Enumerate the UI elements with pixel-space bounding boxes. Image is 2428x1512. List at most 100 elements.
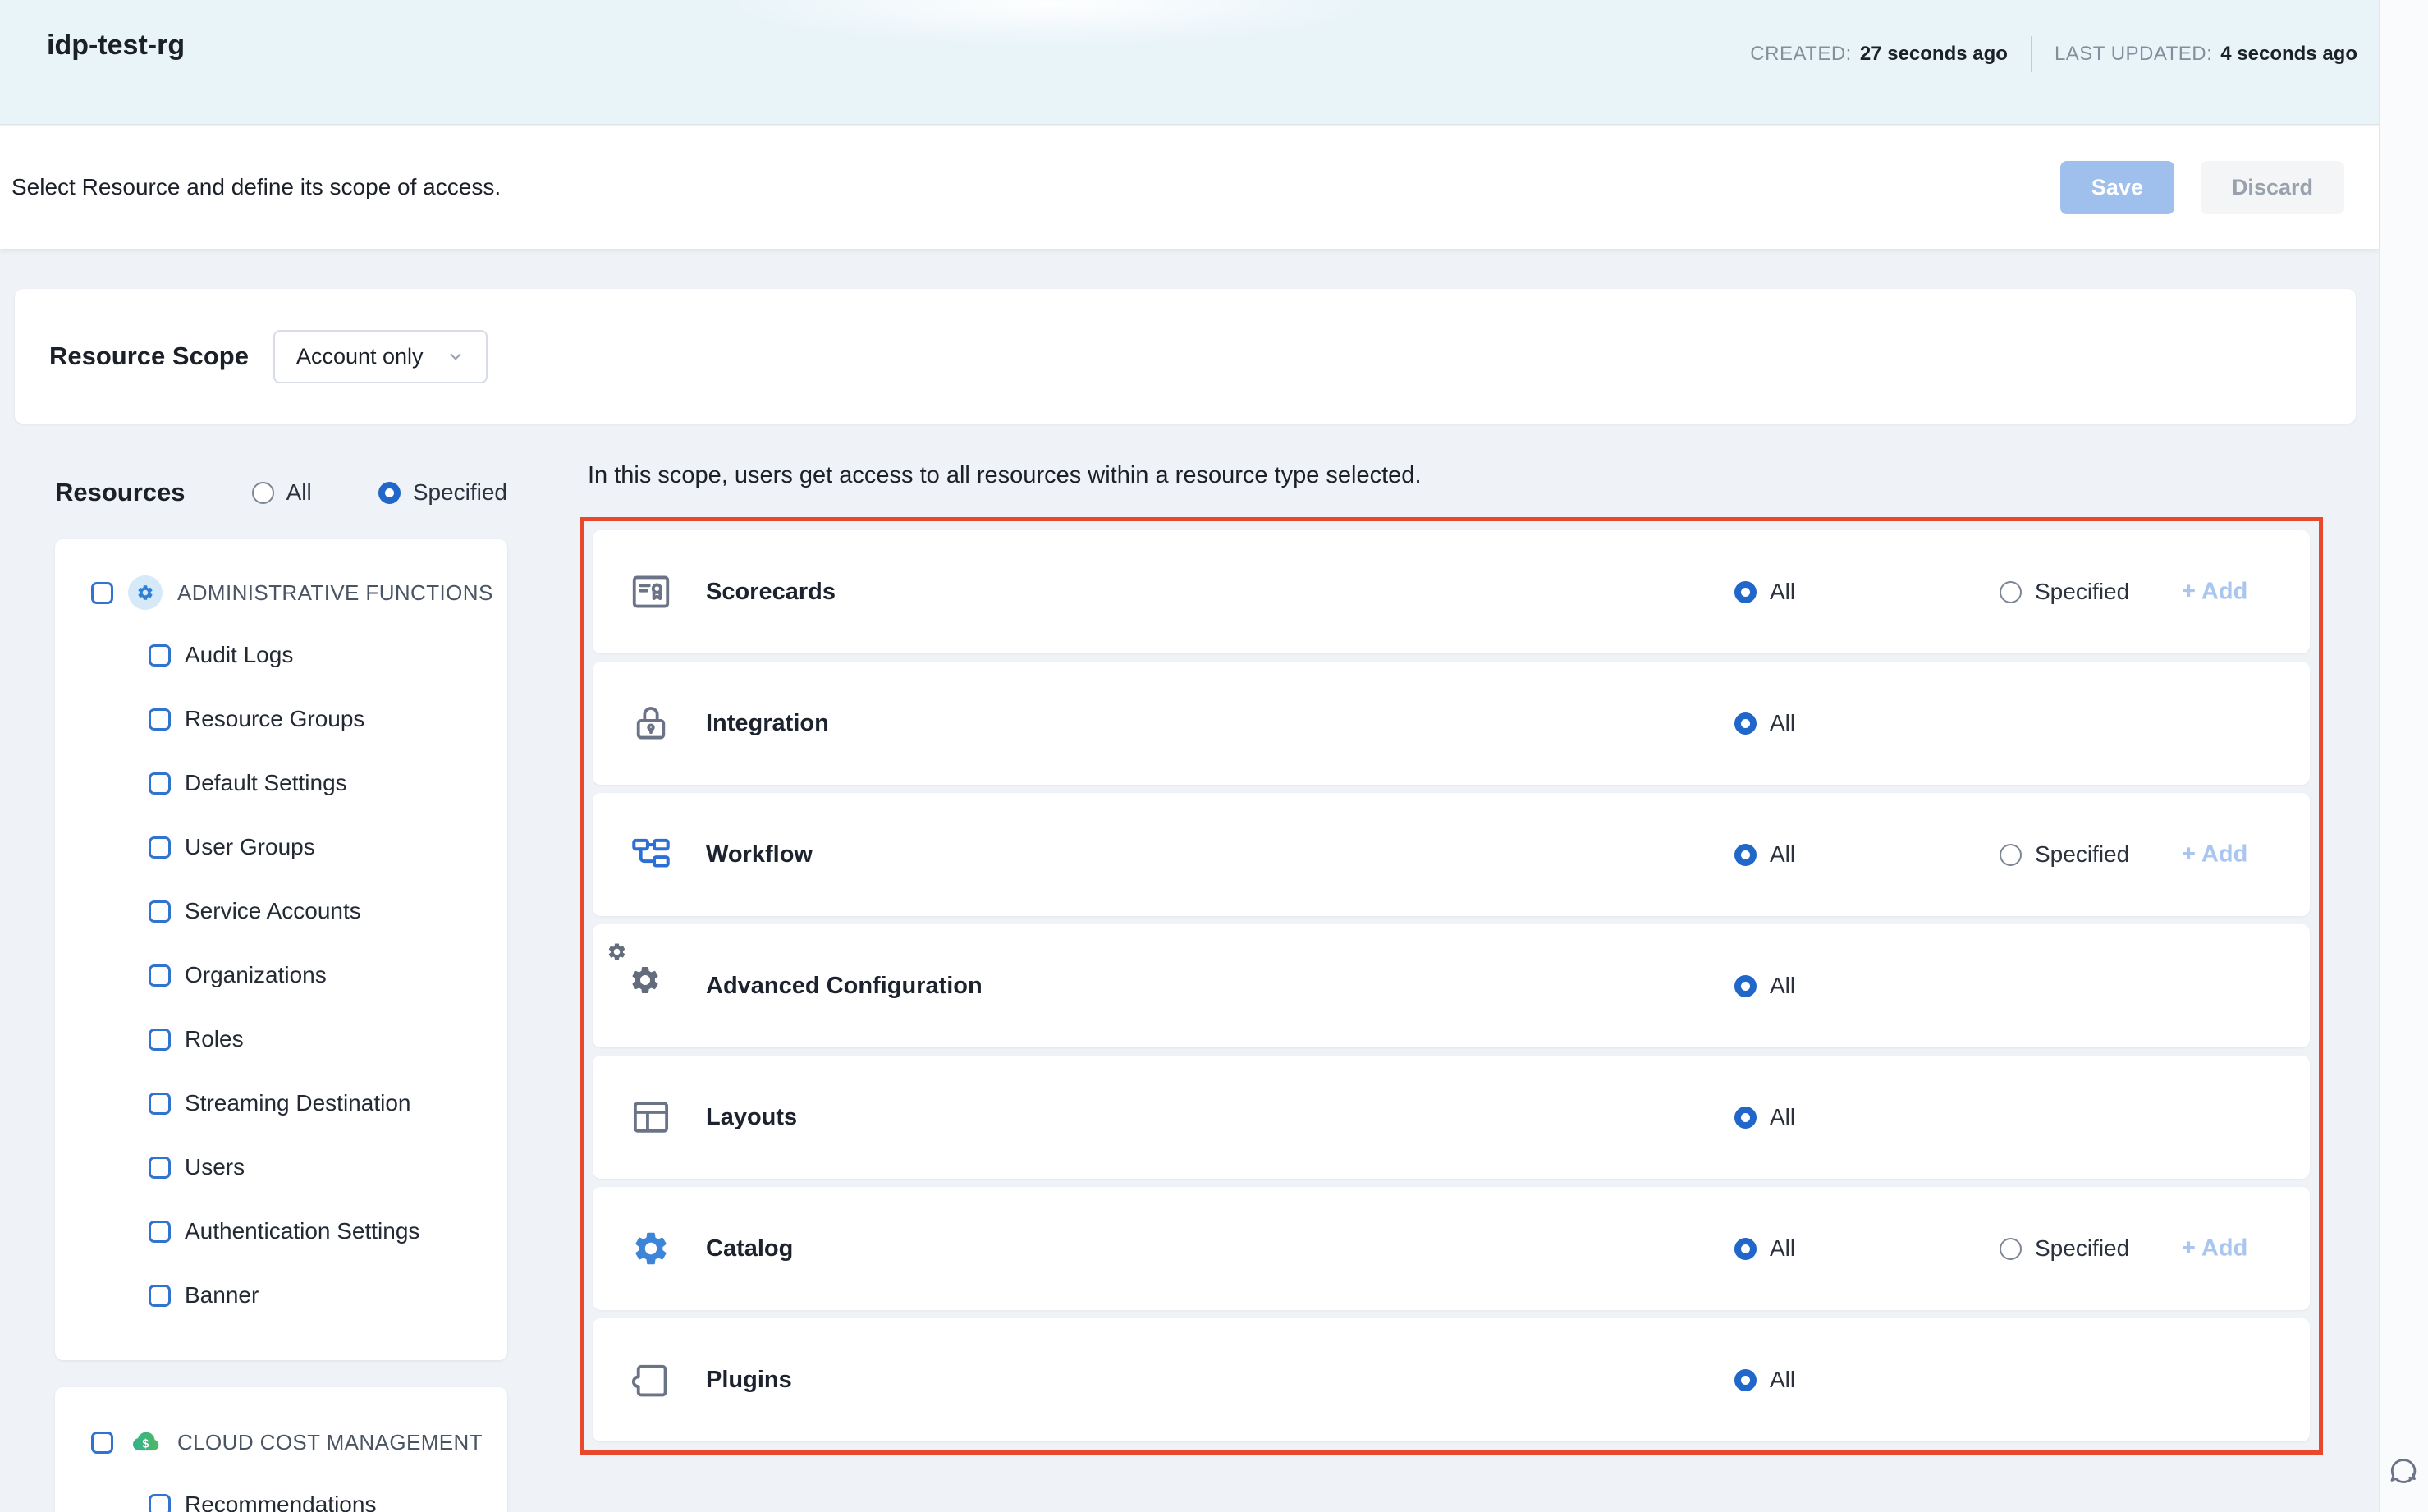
resource-rows-highlight: Scorecards All Specified + Add Integrati…: [580, 517, 2323, 1455]
last-updated-value: 4 seconds ago: [2220, 43, 2357, 66]
checkbox[interactable]: [149, 1093, 171, 1115]
resource-scope-card: Resource Scope Account only: [15, 289, 2356, 424]
gear-blue-icon: [629, 1226, 673, 1271]
advanced-configuration-all-radio[interactable]: All: [1734, 973, 1795, 999]
scorecards-specified-radio[interactable]: Specified: [2000, 579, 2129, 605]
radio-icon[interactable]: [1734, 1369, 1757, 1391]
row-label: Workflow: [706, 841, 813, 868]
sidebar-item-default-settings[interactable]: Default Settings: [55, 751, 507, 815]
radio-icon[interactable]: [2000, 1238, 2022, 1260]
checkbox[interactable]: [149, 964, 171, 987]
created-label: CREATED:: [1750, 43, 1852, 66]
resources-all-radio[interactable]: All: [252, 479, 312, 506]
sidebar-item-authentication-settings[interactable]: Authentication Settings: [55, 1199, 507, 1263]
layouts-all-radio[interactable]: All: [1734, 1104, 1795, 1130]
group-admin-functions: ADMINISTRATIVE FUNCTIONS: [55, 562, 507, 623]
admin-functions-card: ADMINISTRATIVE FUNCTIONS Audit Logs Reso…: [55, 539, 507, 1360]
sidebar-item-roles[interactable]: Roles: [55, 1007, 507, 1071]
admin-functions-checkbox[interactable]: [91, 582, 113, 604]
integration-all-radio[interactable]: All: [1734, 710, 1795, 736]
workflow-specified-radio[interactable]: Specified: [2000, 841, 2129, 868]
checkbox[interactable]: [149, 1221, 171, 1243]
row-label: Plugins: [706, 1367, 792, 1394]
page-title: idp-test-rg: [47, 30, 185, 62]
row-workflow: Workflow All Specified + Add: [593, 793, 2310, 916]
sidebar-item-recommendations[interactable]: Recommendations: [55, 1473, 507, 1512]
resources-specified-radio[interactable]: Specified: [378, 479, 507, 506]
radio-icon[interactable]: [2000, 581, 2022, 603]
checkbox[interactable]: [149, 772, 171, 795]
radio-icon[interactable]: [1734, 1238, 1757, 1260]
catalog-all-radio[interactable]: All: [1734, 1235, 1795, 1262]
resources-title: Resources: [55, 478, 186, 507]
row-scorecards: Scorecards All Specified + Add: [593, 530, 2310, 653]
save-button[interactable]: Save: [2060, 161, 2174, 214]
layout-icon: [629, 1095, 673, 1139]
plugins-all-radio[interactable]: All: [1734, 1367, 1795, 1393]
svg-text:$: $: [142, 1437, 149, 1450]
checkbox[interactable]: [149, 836, 171, 859]
row-integration: Integration All: [593, 662, 2310, 785]
row-label: Layouts: [706, 1104, 797, 1131]
group-cloud-cost: $ CLOUD COST MANAGEMENT: [55, 1412, 507, 1473]
radio-icon[interactable]: [378, 482, 401, 504]
row-label: Advanced Configuration: [706, 973, 983, 1000]
timestamps: CREATED: 27 seconds ago LAST UPDATED: 4 …: [1750, 36, 2357, 72]
scope-note: In this scope, users get access to all r…: [588, 462, 1422, 489]
plugin-icon: [629, 1358, 673, 1402]
sidebar-item-service-accounts[interactable]: Service Accounts: [55, 879, 507, 943]
radio-icon[interactable]: [252, 482, 274, 504]
sidebar-item-user-groups[interactable]: User Groups: [55, 815, 507, 879]
resource-scope-value: Account only: [296, 344, 424, 369]
right-utility-rail: [2379, 0, 2428, 1512]
resource-group-page: idp-test-rg CREATED: 27 seconds ago LAST…: [0, 0, 2428, 1512]
lock-icon: [629, 701, 673, 745]
workflow-add-link[interactable]: + Add: [2182, 841, 2247, 868]
row-advanced-configuration: Advanced Configuration All: [593, 924, 2310, 1047]
checkbox[interactable]: [149, 900, 171, 923]
radio-icon[interactable]: [1734, 975, 1757, 997]
row-layouts: Layouts All: [593, 1056, 2310, 1179]
row-plugins: Plugins All: [593, 1318, 2310, 1441]
catalog-specified-radio[interactable]: Specified: [2000, 1235, 2129, 1262]
sidebar-item-organizations[interactable]: Organizations: [55, 943, 507, 1007]
toolbar: Select Resource and define its scope of …: [0, 126, 2379, 249]
sidebar-item-audit-logs[interactable]: Audit Logs: [55, 623, 507, 687]
radio-icon[interactable]: [1734, 581, 1757, 603]
workflow-icon: [629, 832, 673, 877]
checkbox[interactable]: [149, 1157, 171, 1179]
sidebar-item-resource-groups[interactable]: Resource Groups: [55, 687, 507, 751]
resource-scope-dropdown[interactable]: Account only: [273, 330, 488, 383]
discard-button[interactable]: Discard: [2201, 161, 2344, 214]
cloud-cost-checkbox[interactable]: [91, 1432, 113, 1454]
checkbox[interactable]: [149, 1285, 171, 1307]
workflow-all-radio[interactable]: All: [1734, 841, 1795, 868]
chat-support-icon[interactable]: [2385, 1453, 2423, 1491]
divider: [2031, 36, 2032, 72]
sidebar-item-users[interactable]: Users: [55, 1135, 507, 1199]
scorecards-all-radio[interactable]: All: [1734, 579, 1795, 605]
catalog-add-link[interactable]: + Add: [2182, 1235, 2247, 1262]
resource-scope-label: Resource Scope: [49, 341, 249, 371]
checkbox[interactable]: [149, 644, 171, 667]
radio-icon[interactable]: [1734, 1107, 1757, 1129]
radio-icon[interactable]: [1734, 712, 1757, 735]
sidebar-item-streaming-destination[interactable]: Streaming Destination: [55, 1071, 507, 1135]
gear-in-circle-icon: [128, 575, 163, 610]
row-label: Integration: [706, 710, 829, 737]
checkbox[interactable]: [149, 1029, 171, 1051]
row-label: Scorecards: [706, 579, 836, 606]
page-header: idp-test-rg CREATED: 27 seconds ago LAST…: [0, 0, 2379, 125]
checkbox[interactable]: [149, 708, 171, 731]
cloud-cost-card: $ CLOUD COST MANAGEMENT Recommendations: [55, 1387, 507, 1512]
radio-icon[interactable]: [2000, 844, 2022, 866]
row-catalog: Catalog All Specified + Add: [593, 1187, 2310, 1310]
radio-icon[interactable]: [1734, 844, 1757, 866]
toolbar-description: Select Resource and define its scope of …: [11, 174, 501, 200]
row-label: Catalog: [706, 1235, 793, 1262]
scorecards-add-link[interactable]: + Add: [2182, 579, 2247, 606]
created-value: 27 seconds ago: [1860, 43, 2008, 66]
checkbox[interactable]: [149, 1494, 171, 1512]
sidebar-item-banner[interactable]: Banner: [55, 1263, 507, 1327]
resources-header: Resources All Specified: [55, 470, 507, 515]
